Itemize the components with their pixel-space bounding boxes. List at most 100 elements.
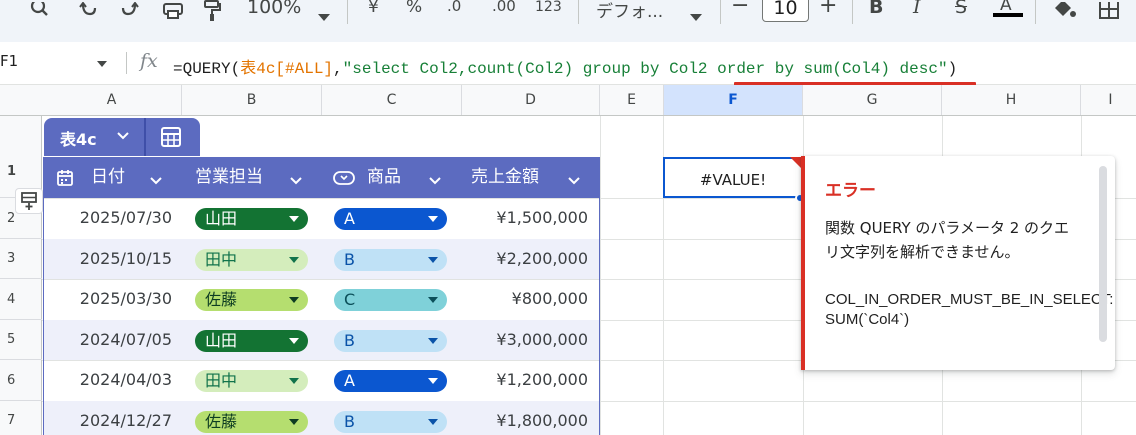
column-header-b[interactable]: B	[182, 85, 322, 115]
column-header-i[interactable]: I	[1081, 85, 1136, 115]
italic-button[interactable]: I	[913, 0, 921, 18]
decrease-decimal-button[interactable]: .0	[447, 0, 461, 15]
table-name[interactable]: 表4c	[60, 126, 97, 150]
header-date-chevron-icon[interactable]	[149, 172, 163, 191]
toolbar: 100% ¥ % .0 .00 123 デフォ... − 10 + B I S …	[0, 0, 1136, 42]
cell-date[interactable]: 2024/04/03	[44, 370, 172, 389]
chip-chevron-icon	[289, 216, 299, 222]
header-amount[interactable]: 売上金額	[471, 157, 539, 198]
rep-dropdown-chip[interactable]: 山田	[195, 208, 308, 230]
column-header-g[interactable]: G	[803, 85, 942, 115]
product-dropdown-chip[interactable]: C	[334, 289, 447, 311]
strikethrough-button[interactable]: S	[955, 0, 967, 18]
row-header-5[interactable]: 5	[0, 320, 42, 360]
chip-label: B	[344, 250, 355, 269]
decrease-font-size-button[interactable]: −	[731, 0, 749, 18]
column-header-a[interactable]: A	[42, 85, 182, 115]
product-dropdown-chip[interactable]: A	[334, 370, 447, 392]
chip-chevron-icon	[289, 378, 299, 384]
redo-icon[interactable]	[118, 0, 142, 22]
increase-font-size-button[interactable]: +	[819, 0, 837, 18]
cell-date[interactable]: 2024/07/05	[44, 330, 172, 349]
rep-dropdown-chip[interactable]: 田中	[195, 249, 308, 271]
chip-chevron-icon	[289, 338, 299, 344]
borders-icon[interactable]	[1096, 0, 1122, 22]
fill-color-icon[interactable]	[1052, 0, 1078, 22]
cell-amount[interactable]: ¥1,200,000	[462, 370, 588, 389]
row-header-1[interactable]: 1	[0, 116, 42, 198]
cell-amount[interactable]: ¥1,500,000	[462, 208, 588, 227]
header-rep[interactable]: 営業担当	[195, 157, 263, 198]
increase-decimal-button[interactable]: .00	[492, 0, 516, 15]
rep-dropdown-chip[interactable]: 佐藤	[195, 411, 308, 433]
product-dropdown-chip[interactable]: A	[334, 208, 447, 230]
column-header-h[interactable]: H	[942, 85, 1081, 115]
fx-icon: fx	[140, 50, 158, 72]
chip-chevron-icon	[289, 297, 299, 303]
rep-dropdown-chip[interactable]: 佐藤	[195, 289, 308, 311]
product-dropdown-chip[interactable]: B	[334, 411, 447, 433]
dropdown-chip-icon	[333, 170, 355, 190]
row-header-6[interactable]: 6	[0, 360, 42, 401]
table-name-tab[interactable]: 表4c	[44, 118, 200, 156]
table-view-icon[interactable]	[159, 126, 183, 152]
selected-cell-f1[interactable]: #VALUE!	[663, 157, 803, 198]
formula-part: )	[947, 60, 958, 78]
chip-chevron-icon	[289, 257, 299, 263]
print-icon[interactable]	[160, 0, 186, 22]
toolbar-divider	[852, 0, 853, 24]
cell-date[interactable]: 2025/07/30	[44, 208, 172, 227]
product-dropdown-chip[interactable]: B	[334, 249, 447, 271]
cell-amount[interactable]: ¥2,200,000	[462, 249, 588, 268]
row-header-7[interactable]: 7	[0, 401, 42, 435]
chip-label: C	[344, 290, 356, 309]
cell-amount[interactable]: ¥800,000	[462, 289, 588, 308]
header-product-chevron-icon[interactable]	[428, 172, 442, 191]
cell-amount[interactable]: ¥3,000,000	[462, 330, 588, 349]
gridline	[600, 116, 601, 435]
formula-input[interactable]: =QUERY(表4c[#ALL],"select Col2,count(Col2…	[173, 54, 957, 78]
toolbar-divider	[720, 0, 721, 24]
error-scrollbar[interactable]	[1099, 166, 1107, 342]
row-insert-icon[interactable]	[15, 188, 43, 214]
row-headers: 1234567	[0, 116, 42, 435]
header-date[interactable]: 日付	[91, 157, 125, 198]
name-box-chevron-icon[interactable]	[97, 61, 107, 67]
formula-part: =QUERY(	[173, 60, 241, 78]
product-dropdown-chip[interactable]: B	[334, 330, 447, 352]
column-header-c[interactable]: C	[322, 85, 462, 115]
currency-format-button[interactable]: ¥	[368, 0, 379, 17]
search-icon[interactable]	[28, 0, 52, 22]
chip-chevron-icon	[428, 297, 438, 303]
cell-amount[interactable]: ¥1,800,000	[462, 411, 588, 430]
cell-date[interactable]: 2024/12/27	[44, 411, 172, 430]
cell-date[interactable]: 2025/10/15	[44, 249, 172, 268]
name-box[interactable]: F1	[0, 52, 18, 70]
column-header-e[interactable]: E	[600, 85, 664, 115]
table-tab-divider	[144, 118, 146, 156]
toolbar-divider	[578, 0, 579, 24]
font-family-select[interactable]: デフォ...	[596, 0, 663, 22]
undo-icon[interactable]	[76, 0, 100, 22]
table-menu-chevron-icon[interactable]	[116, 128, 130, 147]
number-format-button[interactable]: 123	[535, 0, 562, 15]
toolbar-divider	[347, 0, 348, 24]
font-size-input[interactable]: 10	[762, 0, 809, 22]
header-rep-chevron-icon[interactable]	[289, 172, 303, 191]
cell-date[interactable]: 2025/03/30	[44, 289, 172, 308]
column-header-f[interactable]: F	[664, 85, 803, 115]
font-chevron-icon[interactable]	[688, 0, 704, 22]
percent-format-button[interactable]: %	[406, 0, 422, 17]
row-header-4[interactable]: 4	[0, 279, 42, 320]
zoom-chevron-icon[interactable]	[316, 0, 332, 22]
row-header-3[interactable]: 3	[0, 239, 42, 279]
calendar-icon	[56, 169, 74, 191]
header-product[interactable]: 商品	[367, 157, 401, 198]
bold-button[interactable]: B	[869, 0, 883, 18]
rep-dropdown-chip[interactable]: 山田	[195, 330, 308, 352]
column-header-d[interactable]: D	[462, 85, 600, 115]
zoom-value[interactable]: 100%	[247, 0, 301, 18]
header-amount-chevron-icon[interactable]	[567, 172, 581, 191]
paint-format-icon[interactable]	[200, 0, 224, 22]
rep-dropdown-chip[interactable]: 田中	[195, 370, 308, 392]
